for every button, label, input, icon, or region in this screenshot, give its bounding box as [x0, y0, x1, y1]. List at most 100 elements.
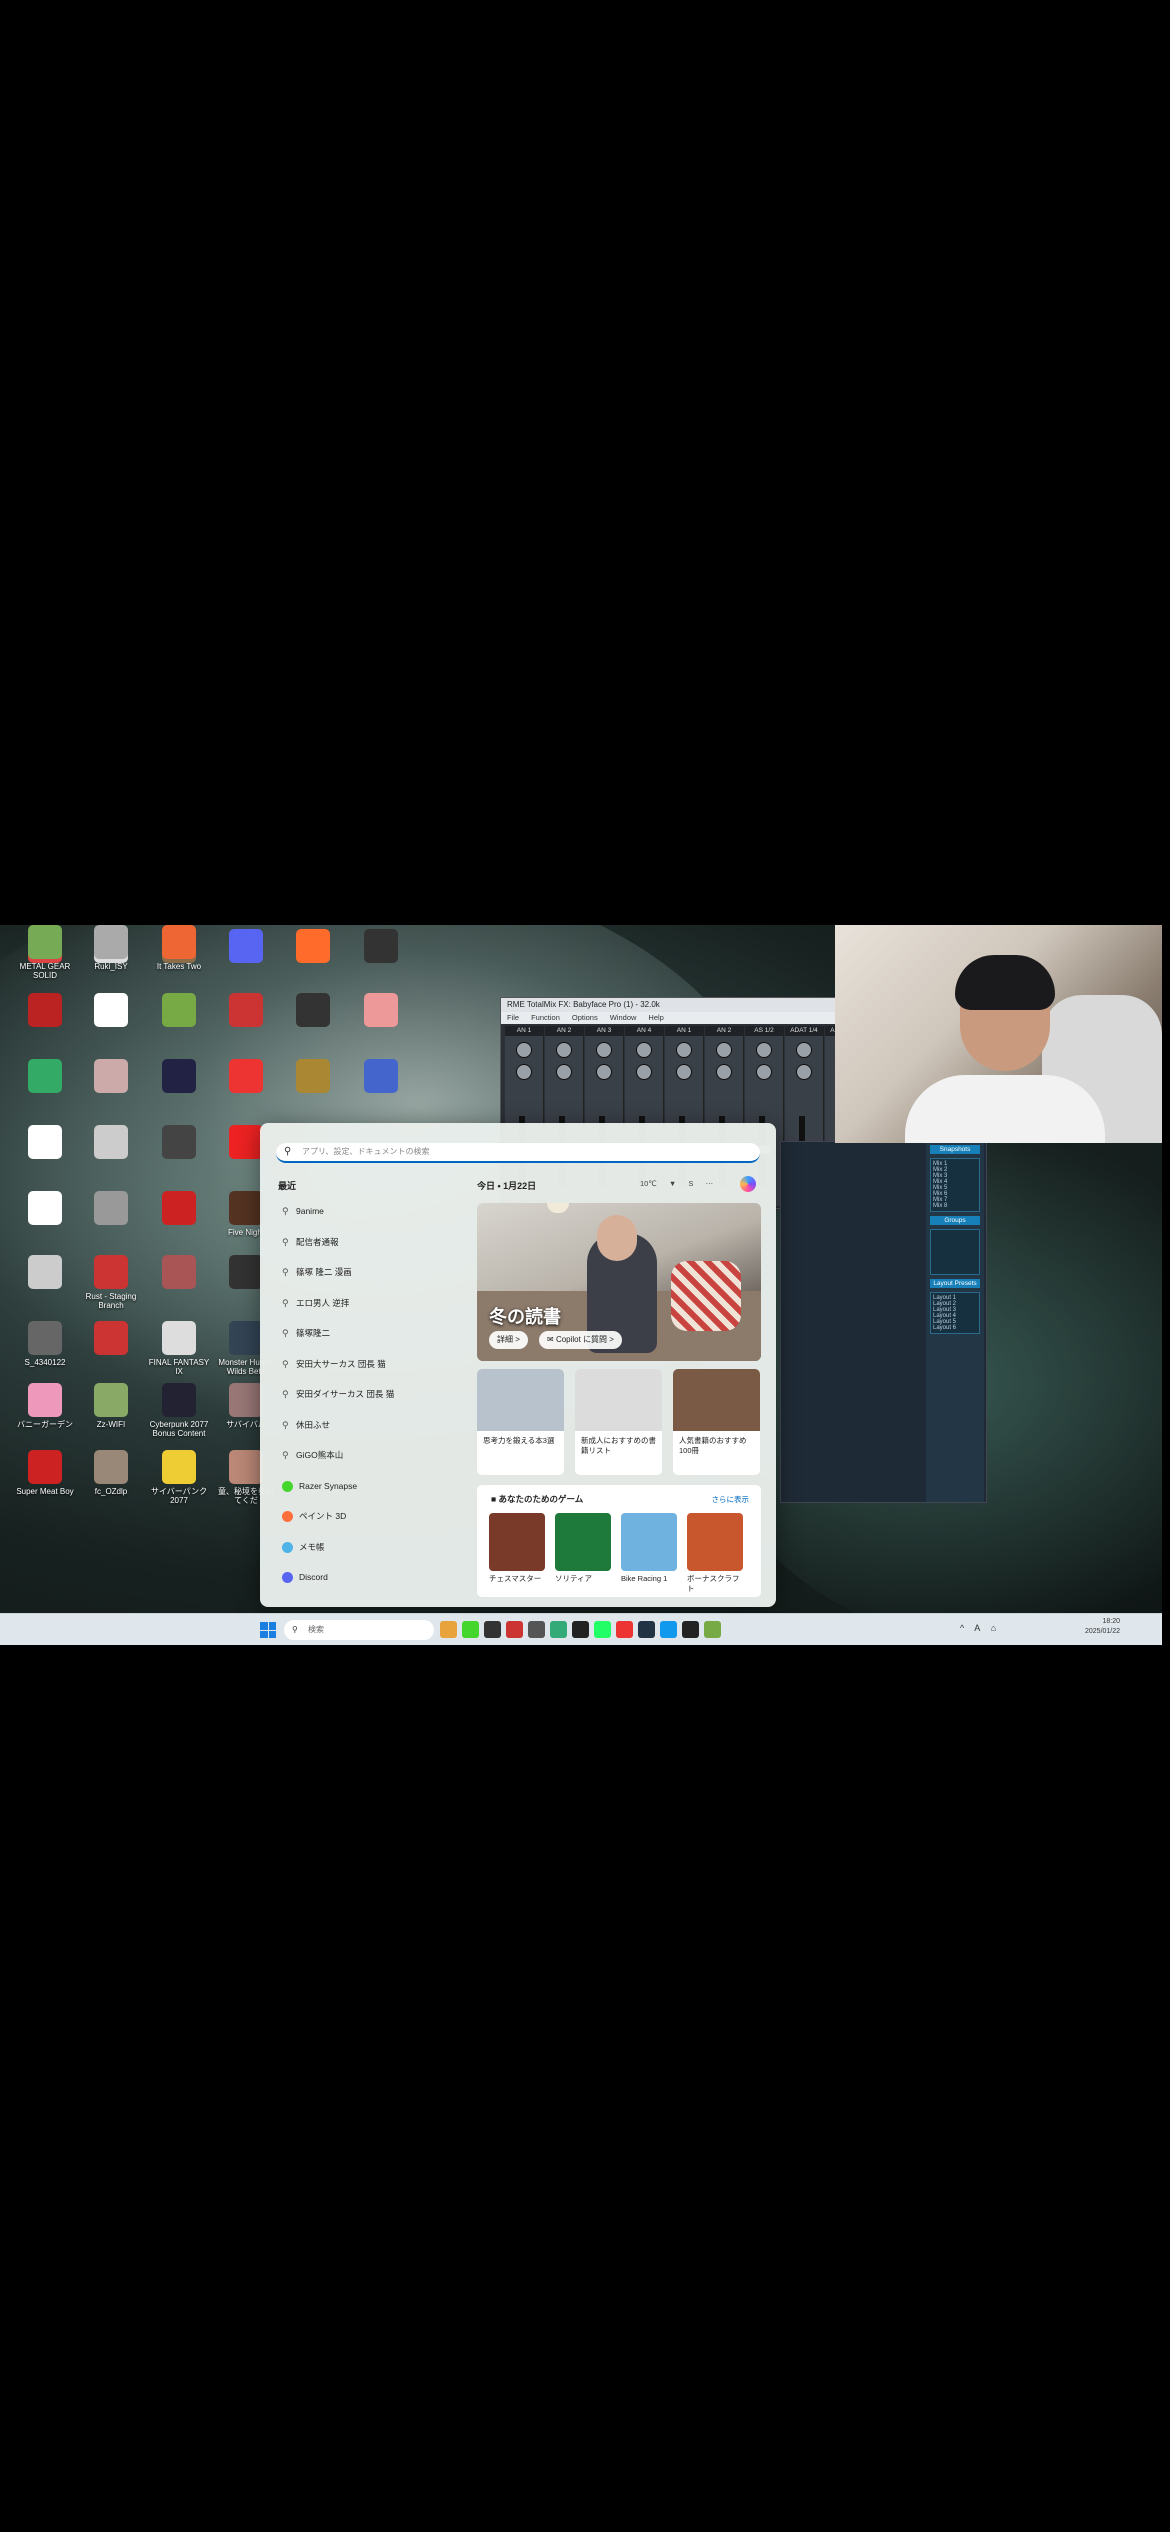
desktop-icon[interactable] [14, 1255, 76, 1292]
pan-knob[interactable] [756, 1064, 772, 1080]
desktop-icon[interactable]: Super Meat Boy [14, 1450, 76, 1496]
recent-item[interactable]: ⚲ GiGO熊本山 [282, 1447, 343, 1463]
weather-badge[interactable]: 10℃ [640, 1179, 657, 1188]
desktop-icon[interactable] [80, 1059, 142, 1096]
taskbar-app-icon[interactable] [462, 1621, 479, 1638]
desktop-icon[interactable]: Cyberpunk 2077 Bonus Content [148, 1383, 210, 1438]
taskbar-app-icon[interactable] [660, 1621, 677, 1638]
recent-item[interactable]: ⚲ 安田大サーカス 団長 猫 [282, 1356, 386, 1372]
desktop-icon[interactable] [14, 1059, 76, 1096]
desktop-icon[interactable] [350, 993, 412, 1030]
mixer-menu-item[interactable]: Options [572, 1013, 598, 1022]
clock[interactable]: 18:20 2025/01/22 [1085, 1617, 1120, 1637]
desktop-icon[interactable]: Zz-WIFI [80, 1383, 142, 1429]
recent-item[interactable]: ⚲ 9anime [282, 1203, 324, 1219]
filter-icon[interactable]: ▼ [669, 1179, 676, 1188]
recent-item[interactable]: ⚲ 休田ふせ [282, 1417, 330, 1433]
pan-knob[interactable] [516, 1064, 532, 1080]
gain-knob[interactable] [716, 1042, 732, 1058]
copilot-ask-button[interactable]: ✉ Copilot に質問 > [539, 1331, 622, 1349]
layout-item[interactable]: Layout 6 [933, 1325, 977, 1331]
recent-item[interactable]: メモ帳 [282, 1539, 325, 1555]
more-icon[interactable]: ⋯ [706, 1179, 714, 1188]
desktop-icon[interactable]: fc_OZdlp [80, 1450, 142, 1496]
gain-knob[interactable] [676, 1042, 692, 1058]
desktop-icon[interactable] [148, 1125, 210, 1162]
tray-chevron-icon[interactable]: ^ [960, 1623, 964, 1633]
game-tile[interactable]: Bike Racing 1 [621, 1513, 677, 1584]
mixer-menu-item[interactable]: Function [531, 1013, 560, 1022]
gain-knob[interactable] [796, 1042, 812, 1058]
desktop-icon[interactable]: METAL GEAR SOLID [14, 925, 76, 980]
desktop-icon[interactable] [80, 993, 142, 1030]
gain-knob[interactable] [516, 1042, 532, 1058]
gain-knob[interactable] [556, 1042, 572, 1058]
desktop-icon[interactable] [215, 993, 277, 1030]
windows-start-button[interactable] [260, 1622, 276, 1638]
totalmix-side-window[interactable]: Snapshots Mix 1 Mix 2 Mix 3 Mix 4 Mix 5 Mix 6… [780, 1141, 987, 1503]
snapshot-item[interactable]: Mix 8 [933, 1203, 977, 1209]
desktop-icon[interactable] [14, 1191, 76, 1228]
mixer-menu-item[interactable]: Window [610, 1013, 637, 1022]
desktop-icon[interactable] [282, 993, 344, 1030]
desktop-icon[interactable] [80, 1191, 142, 1228]
desktop-icon[interactable] [215, 929, 277, 966]
desktop-icon[interactable] [148, 1255, 210, 1292]
game-tile[interactable]: ボーナスクラフト [687, 1513, 743, 1594]
taskbar-app-icon[interactable] [440, 1621, 457, 1638]
pan-knob[interactable] [796, 1064, 812, 1080]
desktop-icon[interactable]: FINAL FANTASY IX [148, 1321, 210, 1376]
taskbar-app-icon[interactable] [704, 1621, 721, 1638]
pan-knob[interactable] [636, 1064, 652, 1080]
desktop-icon[interactable] [282, 929, 344, 966]
mixer-menu-item[interactable]: Help [648, 1013, 663, 1022]
details-button[interactable]: 詳細 > [489, 1331, 528, 1349]
mixer-menu-item[interactable]: File [507, 1013, 519, 1022]
network-icon[interactable]: ⌂ [991, 1623, 996, 1633]
article-card[interactable]: 新成人におすすめの書籍リスト [575, 1369, 662, 1475]
system-tray[interactable]: ^ A ⌂ [960, 1623, 1004, 1633]
taskbar-app-icon[interactable] [550, 1621, 567, 1638]
gain-knob[interactable] [636, 1042, 652, 1058]
desktop-icon[interactable] [215, 1059, 277, 1096]
desktop-icon[interactable] [350, 1059, 412, 1096]
desktop-icon[interactable]: Rust - Staging Branch [80, 1255, 142, 1310]
recent-item[interactable]: ⚲ 篠塚隆二 [282, 1325, 330, 1341]
copilot-icon[interactable] [740, 1176, 756, 1192]
article-card[interactable]: 人気書籍のおすすめ100冊 [673, 1369, 760, 1475]
taskbar-app-icon[interactable] [594, 1621, 611, 1638]
recent-item[interactable]: ペイント 3D [282, 1508, 346, 1524]
desktop-icon[interactable] [350, 929, 412, 966]
desktop-icon[interactable] [148, 1191, 210, 1228]
desktop-icon[interactable] [14, 1125, 76, 1162]
desktop-icon[interactable] [80, 1321, 142, 1358]
desktop-icon[interactable] [282, 1059, 344, 1096]
taskbar-app-icon[interactable] [682, 1621, 699, 1638]
recent-item[interactable]: Razer Synapse [282, 1478, 357, 1494]
recent-item[interactable]: ⚲ エロ男人 逆拝 [282, 1295, 349, 1311]
taskbar-app-icon[interactable] [572, 1621, 589, 1638]
desktop-icon[interactable]: Ruki_ISY [80, 925, 142, 971]
gain-knob[interactable] [756, 1042, 772, 1058]
taskbar-app-icon[interactable] [484, 1621, 501, 1638]
pan-knob[interactable] [676, 1064, 692, 1080]
article-card[interactable]: 思考力を鍛える本3選 [477, 1369, 564, 1475]
taskbar-app-icon[interactable] [616, 1621, 633, 1638]
pan-knob[interactable] [596, 1064, 612, 1080]
desktop-icon[interactable]: It Takes Two [148, 925, 210, 971]
start-search-input[interactable]: ⚲ アプリ、設定、ドキュメントの検索 [276, 1143, 760, 1163]
gain-knob[interactable] [596, 1042, 612, 1058]
desktop-icon[interactable] [148, 1059, 210, 1096]
recent-item[interactable]: ⚲ 篠塚 隆二 漫画 [282, 1264, 352, 1280]
taskbar-search[interactable]: ⚲ 検索 [284, 1620, 434, 1640]
recent-item[interactable]: ⚲ 安田ダイサーカス 団長 猫 [282, 1386, 394, 1402]
desktop-icon[interactable]: サイバーパンク2077 [148, 1450, 210, 1505]
desktop-icon[interactable]: バニーガーデン [14, 1383, 76, 1429]
game-tile[interactable]: チェスマスター [489, 1513, 545, 1584]
desktop-icon[interactable] [14, 993, 76, 1030]
recent-item[interactable]: ⚲ 配信者通報 [282, 1234, 339, 1250]
ime-indicator[interactable]: A [974, 1623, 980, 1633]
pan-knob[interactable] [716, 1064, 732, 1080]
games-more-link[interactable]: さらに表示 [712, 1494, 750, 1505]
desktop-icon[interactable]: S_4340122 [14, 1321, 76, 1367]
